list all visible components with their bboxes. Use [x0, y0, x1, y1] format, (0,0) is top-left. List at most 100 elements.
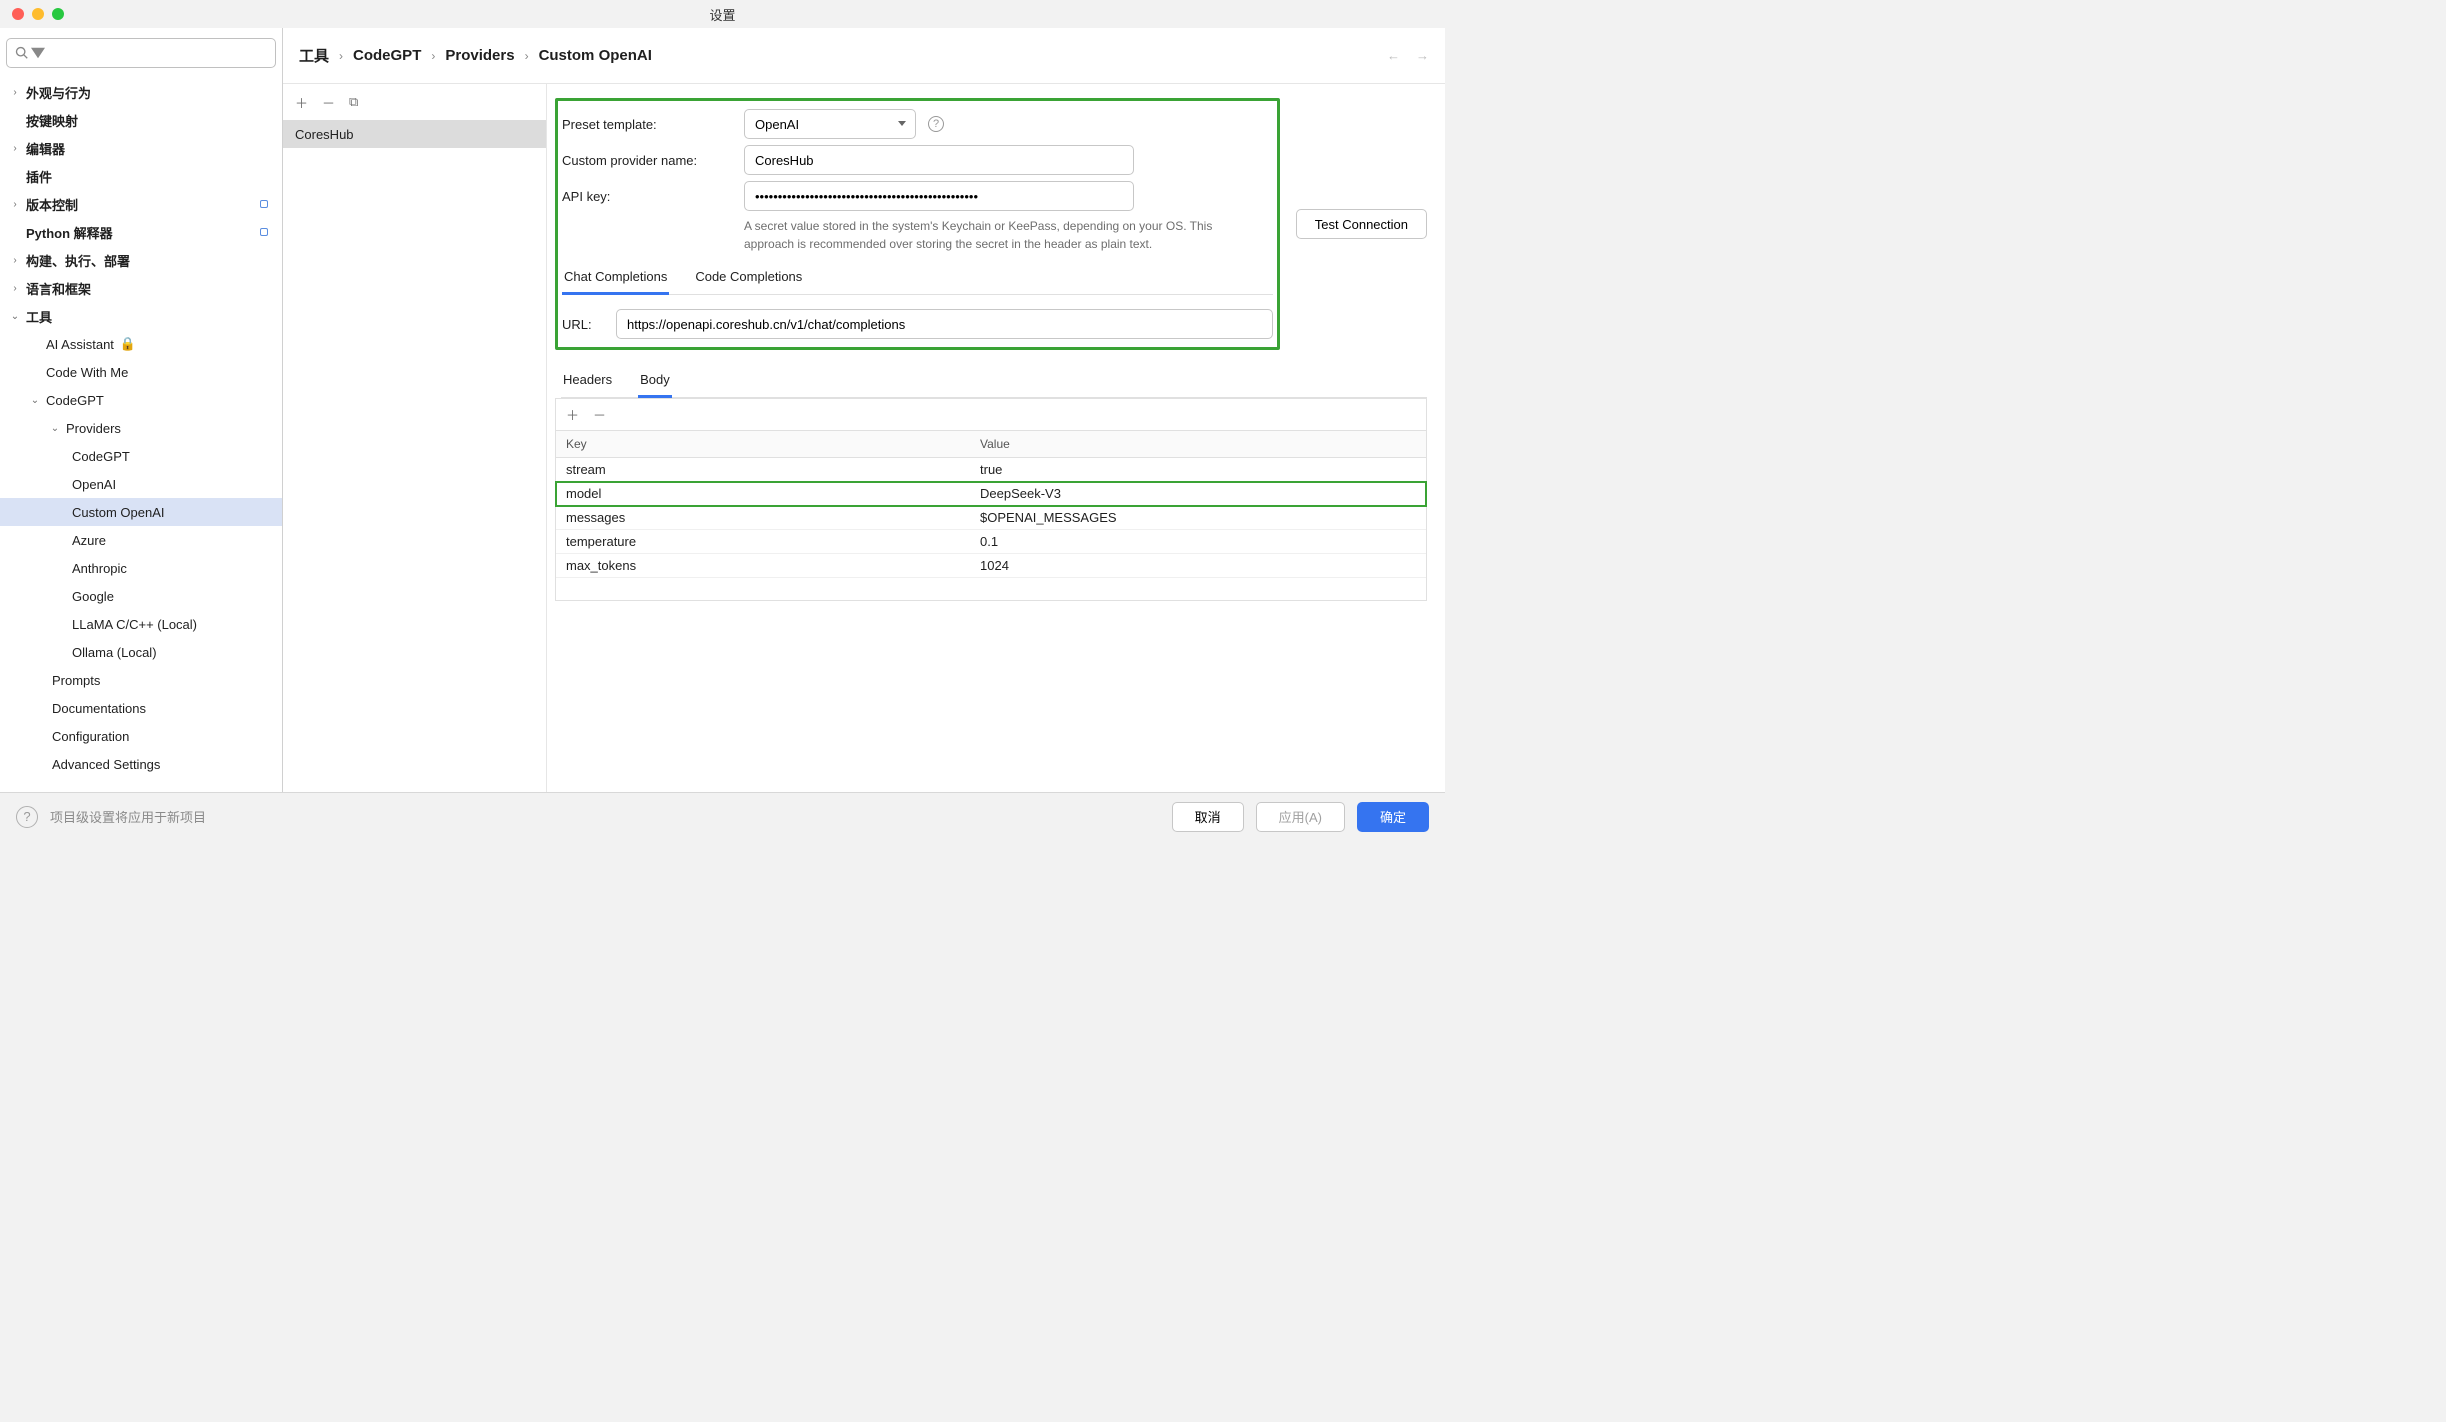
- remove-icon[interactable]: －: [322, 93, 335, 112]
- tree-item-provider-llama[interactable]: LLaMA C/C++ (Local): [0, 610, 282, 638]
- preset-template-label: Preset template:: [562, 117, 744, 132]
- tree-item-provider-openai[interactable]: OpenAI: [0, 470, 282, 498]
- search-box[interactable]: [6, 38, 276, 68]
- chevron-right-icon: ›: [431, 49, 435, 63]
- chevron-down-icon: [31, 46, 45, 60]
- tree-item-appearance[interactable]: ›外观与行为: [0, 78, 282, 106]
- tree-item-editor[interactable]: ›编辑器: [0, 134, 282, 162]
- tab-headers[interactable]: Headers: [561, 364, 614, 397]
- tab-body[interactable]: Body: [638, 364, 672, 398]
- tab-chat-completions[interactable]: Chat Completions: [562, 261, 669, 295]
- back-arrow-icon[interactable]: ←: [1387, 48, 1400, 63]
- minimize-window-button[interactable]: [32, 8, 44, 20]
- tree-item-plugins[interactable]: 插件: [0, 162, 282, 190]
- chevron-right-icon: ›: [525, 49, 529, 63]
- tree-item-languages[interactable]: ›语言和框架: [0, 274, 282, 302]
- chevron-right-icon: ›: [339, 49, 343, 63]
- table-row[interactable]: stream true: [556, 458, 1426, 482]
- forward-arrow-icon[interactable]: →: [1416, 48, 1429, 63]
- api-key-input[interactable]: [744, 181, 1134, 211]
- add-icon[interactable]: ＋: [295, 93, 308, 112]
- copy-icon[interactable]: ⧉: [349, 94, 358, 110]
- tree-item-provider-custom-openai[interactable]: Custom OpenAI: [0, 498, 282, 526]
- tree-item-python-interpreter[interactable]: Python 解释器: [0, 218, 282, 246]
- tree-item-documentations[interactable]: Documentations: [0, 694, 282, 722]
- url-input[interactable]: [616, 309, 1273, 339]
- titlebar: 设置: [0, 0, 1445, 28]
- tree-item-provider-ollama[interactable]: Ollama (Local): [0, 638, 282, 666]
- remove-icon[interactable]: －: [593, 405, 606, 424]
- apply-button[interactable]: 应用(A): [1256, 802, 1345, 832]
- provider-list-item-label: CoresHub: [295, 127, 354, 142]
- search-wrap: [0, 28, 282, 74]
- breadcrumb-row: 工具 › CodeGPT › Providers › Custom OpenAI…: [283, 28, 1445, 84]
- test-connection-button[interactable]: Test Connection: [1296, 209, 1427, 239]
- tree-item-configuration[interactable]: Configuration: [0, 722, 282, 750]
- project-badge-icon: [260, 200, 268, 208]
- add-icon[interactable]: ＋: [566, 405, 579, 424]
- tree-item-provider-codegpt[interactable]: CodeGPT: [0, 442, 282, 470]
- breadcrumb-seg[interactable]: Providers: [445, 47, 514, 64]
- window-title: 设置: [709, 5, 735, 24]
- table-row[interactable]: max_tokens 1024: [556, 554, 1426, 578]
- footer-message: 项目级设置将应用于新项目: [50, 807, 206, 826]
- tree-item-provider-azure[interactable]: Azure: [0, 526, 282, 554]
- tree-item-tools[interactable]: ⌄工具: [0, 302, 282, 330]
- settings-window: 设置 ›外观与行为 按键映射 ›编辑器 插件 ›版本控制 Python 解释器 …: [0, 0, 1445, 840]
- tree-item-providers[interactable]: ⌄Providers: [0, 414, 282, 442]
- url-row: URL:: [562, 309, 1273, 339]
- kv-toolbar: ＋ －: [555, 398, 1427, 430]
- detail-panel: Preset template: OpenAI ? Custom provide…: [547, 84, 1445, 792]
- help-icon[interactable]: ?: [928, 116, 944, 132]
- ok-button[interactable]: 确定: [1357, 802, 1429, 832]
- help-button[interactable]: ?: [16, 806, 38, 828]
- footer: ? 项目级设置将应用于新项目 取消 应用(A) 确定: [0, 792, 1445, 840]
- preset-template-select-wrap: OpenAI: [744, 109, 916, 139]
- url-label: URL:: [562, 317, 602, 332]
- settings-tree: ›外观与行为 按键映射 ›编辑器 插件 ›版本控制 Python 解释器 ›构建…: [0, 74, 282, 792]
- table-row-model[interactable]: model DeepSeek-V3: [556, 482, 1426, 506]
- tree-item-code-with-me[interactable]: Code With Me: [0, 358, 282, 386]
- cancel-button[interactable]: 取消: [1172, 802, 1244, 832]
- tree-item-build[interactable]: ›构建、执行、部署: [0, 246, 282, 274]
- tree-item-prompts[interactable]: Prompts: [0, 666, 282, 694]
- request-sub-tabs: Headers Body: [561, 364, 1427, 398]
- api-key-row: API key:: [562, 181, 1273, 211]
- breadcrumb-seg[interactable]: CodeGPT: [353, 47, 421, 64]
- tree-item-ai-assistant[interactable]: AI Assistant🔒: [0, 330, 282, 358]
- kv-head-key: Key: [556, 431, 970, 457]
- highlight-main-box: Preset template: OpenAI ? Custom provide…: [555, 98, 1280, 350]
- breadcrumb-seg[interactable]: Custom OpenAI: [539, 47, 652, 64]
- provider-list-panel: ＋ － ⧉ CoresHub: [283, 84, 547, 792]
- tree-item-keymap[interactable]: 按键映射: [0, 106, 282, 134]
- api-key-hint: A secret value stored in the system's Ke…: [744, 217, 1214, 253]
- provider-list-item[interactable]: CoresHub: [283, 120, 546, 148]
- kv-head-value: Value: [970, 431, 1426, 457]
- tree-item-codegpt[interactable]: ⌄CodeGPT: [0, 386, 282, 414]
- preset-template-select[interactable]: OpenAI: [744, 109, 916, 139]
- custom-provider-row: Custom provider name:: [562, 145, 1273, 175]
- close-window-button[interactable]: [12, 8, 24, 20]
- completion-tabs: Chat Completions Code Completions: [562, 261, 1273, 295]
- table-row[interactable]: messages $OPENAI_MESSAGES: [556, 506, 1426, 530]
- tab-code-completions[interactable]: Code Completions: [693, 261, 804, 294]
- window-controls: [12, 8, 64, 20]
- preset-template-row: Preset template: OpenAI ?: [562, 109, 1273, 139]
- kv-table: Key Value stream true model DeepSeek-V3: [555, 430, 1427, 601]
- search-icon: [15, 46, 29, 60]
- tree-item-advanced-settings[interactable]: Advanced Settings: [0, 750, 282, 778]
- api-key-label: API key:: [562, 189, 744, 204]
- maximize-window-button[interactable]: [52, 8, 64, 20]
- project-badge-icon: [260, 228, 268, 236]
- tree-item-provider-anthropic[interactable]: Anthropic: [0, 554, 282, 582]
- sidebar: ›外观与行为 按键映射 ›编辑器 插件 ›版本控制 Python 解释器 ›构建…: [0, 28, 283, 792]
- tree-item-vcs[interactable]: ›版本控制: [0, 190, 282, 218]
- tree-item-provider-google[interactable]: Google: [0, 582, 282, 610]
- table-row[interactable]: temperature 0.1: [556, 530, 1426, 554]
- breadcrumb: 工具 › CodeGPT › Providers › Custom OpenAI: [299, 45, 652, 66]
- custom-provider-input[interactable]: [744, 145, 1134, 175]
- main-body: ＋ － ⧉ CoresHub Preset template:: [283, 84, 1445, 792]
- search-input[interactable]: [49, 46, 267, 61]
- main-panel: 工具 › CodeGPT › Providers › Custom OpenAI…: [283, 28, 1445, 792]
- breadcrumb-seg[interactable]: 工具: [299, 45, 329, 66]
